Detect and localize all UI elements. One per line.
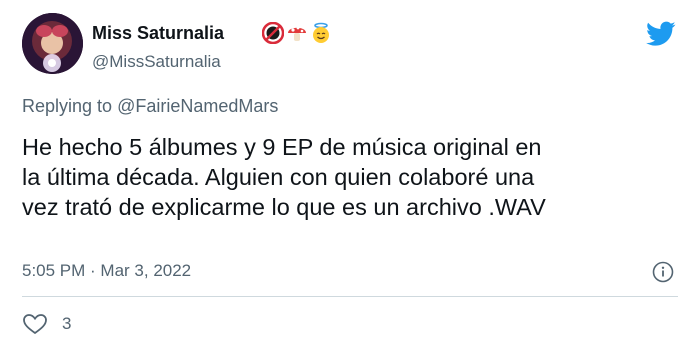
author-display-name[interactable]: Miss Saturnalia	[92, 23, 224, 44]
mushroom-icon	[288, 26, 306, 41]
avatar-image	[22, 13, 83, 74]
divider	[22, 296, 678, 297]
author-badges	[262, 22, 332, 44]
author-handle[interactable]: @MissSaturnalia	[92, 52, 221, 72]
info-icon[interactable]	[652, 261, 674, 283]
replying-to: Replying to @FairieNamedMars	[22, 96, 278, 117]
18-plus-icon	[262, 22, 284, 44]
replying-to-prefix: Replying to	[22, 96, 118, 116]
avatar[interactable]	[22, 13, 83, 74]
smiling-face-halo-icon	[313, 22, 329, 43]
tweet-timestamp[interactable]: 5:05 PM · Mar 3, 2022	[22, 261, 191, 281]
tweet-line: He hecho 5 álbumes y 9 EP de música orig…	[22, 134, 542, 160]
heart-icon[interactable]	[22, 312, 48, 336]
reply-mention-link[interactable]: @FairieNamedMars	[117, 96, 278, 116]
twitter-bird-icon[interactable]	[646, 21, 676, 47]
tweet-line: la última década. Alguien con quien cola…	[22, 164, 535, 190]
tweet-text: He hecho 5 álbumes y 9 EP de música orig…	[22, 132, 682, 222]
like-count: 3	[62, 314, 72, 333]
tweet-line: vez trató de explicarme lo que es un arc…	[22, 194, 546, 220]
